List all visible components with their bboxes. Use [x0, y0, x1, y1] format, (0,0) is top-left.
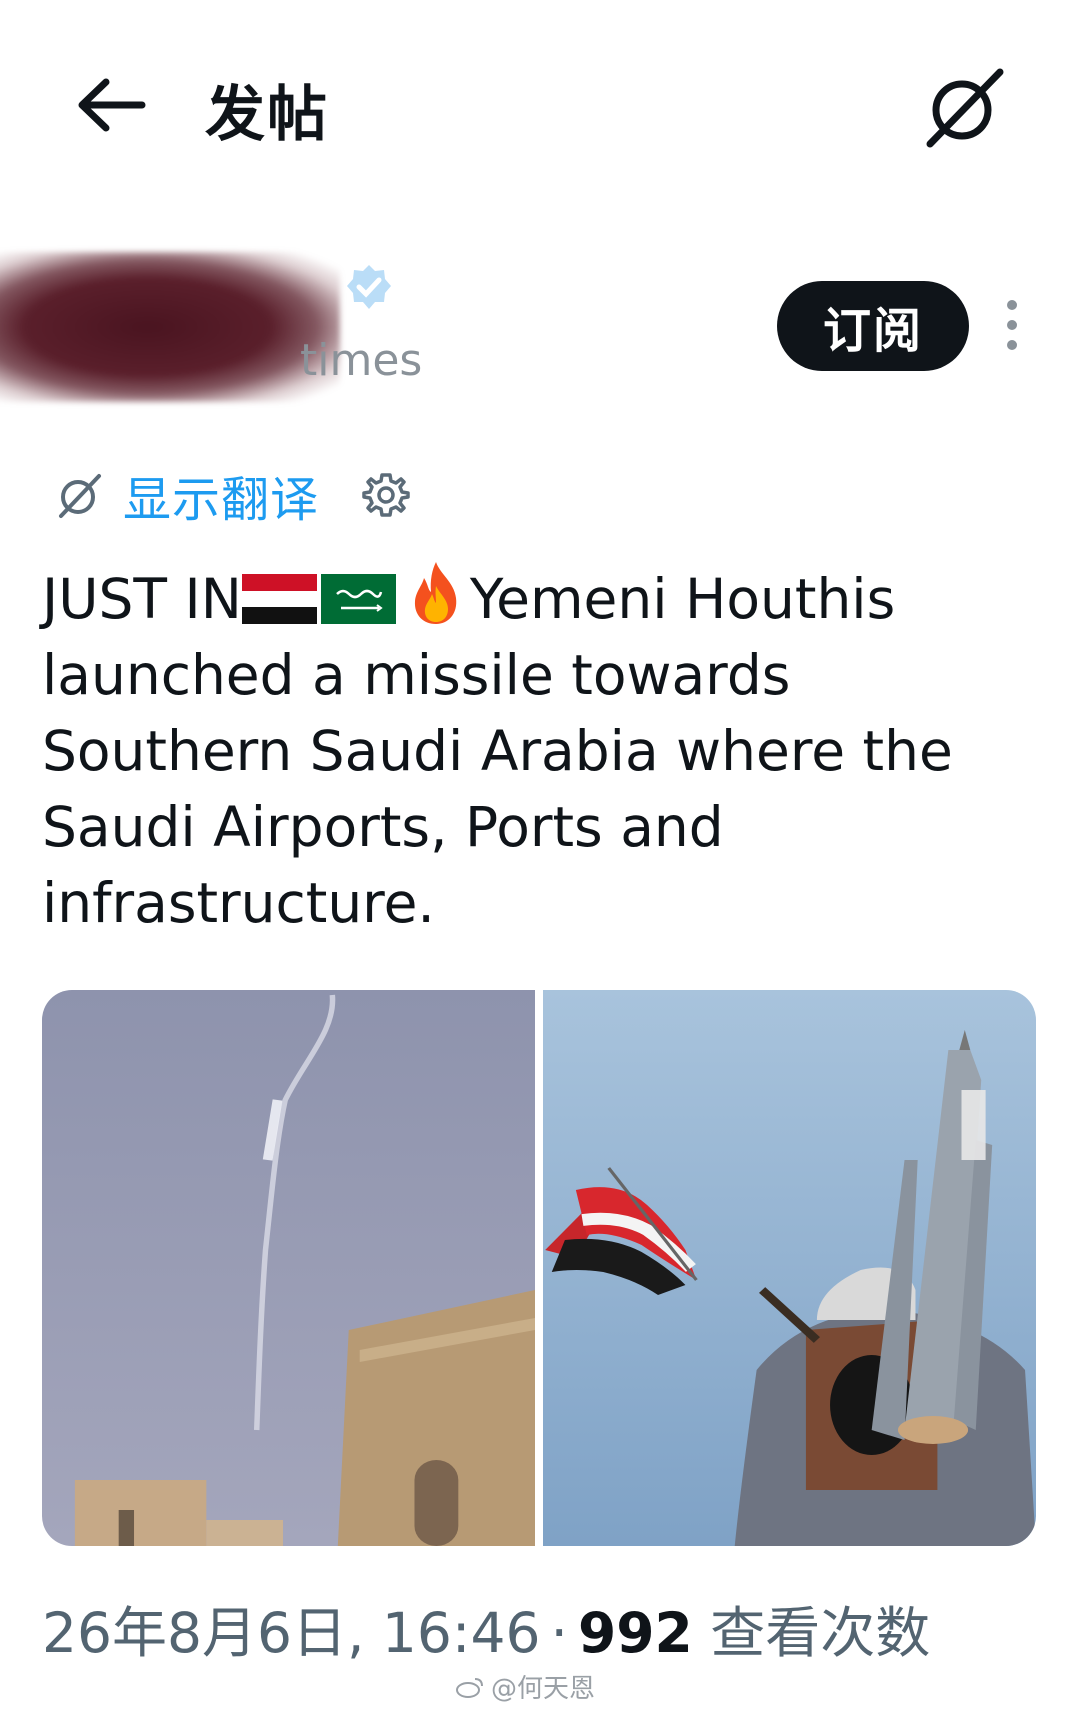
grok-icon: [926, 68, 1004, 148]
translate-row: 显示翻译: [55, 460, 411, 530]
weibo-watermark: @何天恩: [455, 1668, 595, 1705]
back-button[interactable]: [72, 70, 152, 140]
more-options-button[interactable]: [992, 290, 1032, 370]
redacted-author-scribble: [0, 252, 340, 402]
watermark-text: @何天恩: [491, 1674, 596, 1704]
post-timestamp[interactable]: 26年8月6日, 16:46: [42, 1601, 540, 1665]
page-title: 发帖: [205, 80, 329, 150]
view-count: 992: [577, 1601, 693, 1665]
grok-translate-icon: [59, 474, 101, 518]
author-handle: times: [300, 335, 423, 386]
yemen-flag-icon: [241, 574, 317, 624]
tweet-body: launched a missile towards Southern Saud…: [42, 643, 953, 935]
media-photo-houthi-fighter[interactable]: [543, 990, 1036, 1546]
meta-separator: ·: [550, 1601, 568, 1665]
tweet-first-line: Yemeni Houthis: [469, 567, 896, 631]
saudi-flag-icon: [320, 574, 396, 624]
houthi-fighter-photo: [543, 990, 1036, 1546]
tweet-text: JUST IN Yemeni Houthis launched a missil…: [42, 560, 1022, 941]
gear-icon[interactable]: [361, 470, 411, 520]
media-grid: [42, 990, 1036, 1546]
arrow-left-icon: [78, 78, 146, 132]
weibo-logo-icon: [456, 1677, 483, 1698]
missile-trail-photo: [42, 990, 535, 1546]
media-photo-missile-trail[interactable]: [42, 990, 535, 1546]
fire-emoji-icon: [414, 562, 457, 624]
verified-badge-icon: [347, 265, 391, 309]
grok-button[interactable]: [920, 62, 1010, 152]
post-meta-row: 26年8月6日, 16:46 · 992 查看次数: [42, 1588, 930, 1668]
author-row: times 订阅: [0, 240, 1080, 410]
top-bar: 发帖: [0, 0, 1080, 210]
more-dot-icon: [1007, 340, 1017, 350]
view-count-label: 查看次数: [710, 1601, 931, 1665]
more-dot-icon: [1007, 320, 1017, 330]
more-dot-icon: [1007, 300, 1017, 310]
tweet-prefix: JUST IN: [42, 567, 242, 631]
subscribe-button[interactable]: 订阅: [777, 281, 969, 371]
show-translation-link[interactable]: 显示翻译: [123, 460, 319, 530]
